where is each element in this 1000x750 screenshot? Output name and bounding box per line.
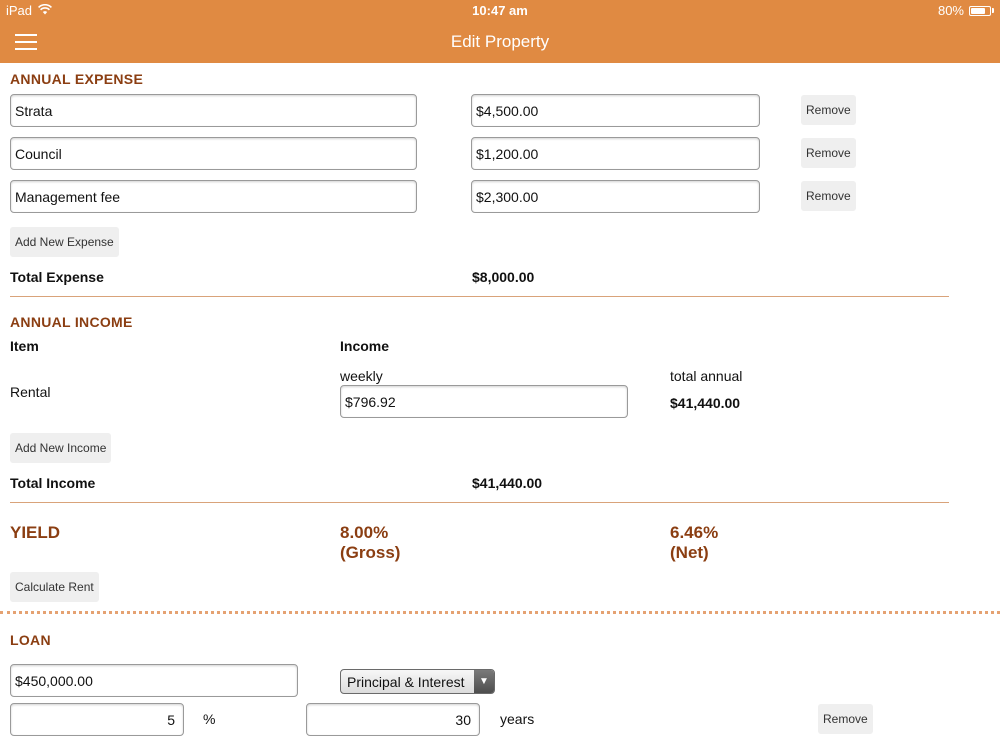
net-yield: 6.46% (Net) bbox=[670, 523, 718, 563]
total-annual-label: total annual bbox=[670, 368, 743, 384]
term-unit-label: years bbox=[500, 711, 535, 727]
remove-expense-button-3[interactable]: Remove bbox=[801, 181, 856, 211]
total-income-label: Total Income bbox=[10, 475, 96, 491]
gross-yield-label: (Gross) bbox=[340, 543, 401, 562]
total-annual-value: $41,440.00 bbox=[670, 395, 741, 411]
total-expense-label: Total Expense bbox=[10, 269, 104, 285]
battery-cap bbox=[992, 8, 994, 13]
expense-amount-input-2[interactable] bbox=[471, 137, 760, 170]
add-expense-button[interactable]: Add New Expense bbox=[10, 227, 119, 257]
expense-name-input-3[interactable] bbox=[10, 180, 417, 213]
net-yield-label: (Net) bbox=[670, 543, 709, 562]
gross-yield: 8.00% (Gross) bbox=[340, 523, 400, 563]
expense-section-title: ANNUAL EXPENSE bbox=[10, 71, 144, 87]
income-item-header: Item bbox=[10, 338, 39, 354]
weekly-label: weekly bbox=[340, 368, 383, 384]
loan-amount-input[interactable] bbox=[10, 664, 298, 697]
income-value-header: Income bbox=[340, 338, 390, 354]
total-expense-value: $8,000.00 bbox=[472, 269, 535, 285]
expense-name-input-1[interactable] bbox=[10, 94, 417, 127]
remove-expense-button-1[interactable]: Remove bbox=[801, 95, 856, 125]
expense-name-input-2[interactable] bbox=[10, 137, 417, 170]
income-section-title: ANNUAL INCOME bbox=[10, 314, 133, 330]
expense-amount-input-3[interactable] bbox=[471, 180, 760, 213]
remove-loan-button[interactable]: Remove bbox=[818, 704, 873, 734]
rental-label: Rental bbox=[10, 384, 51, 400]
expense-amount-input-1[interactable] bbox=[471, 94, 760, 127]
loan-section-title: LOAN bbox=[10, 632, 51, 648]
calculate-rent-button[interactable]: Calculate Rent bbox=[10, 572, 99, 602]
page-title: Edit Property bbox=[450, 32, 550, 51]
battery-percent: 80% bbox=[937, 3, 964, 18]
nav-bar: Edit Property bbox=[0, 22, 1000, 63]
loan-term-input[interactable] bbox=[306, 703, 480, 736]
remove-expense-button-2[interactable]: Remove bbox=[801, 138, 856, 168]
net-yield-value: 6.46% bbox=[670, 523, 719, 542]
weekly-rent-input[interactable] bbox=[340, 385, 628, 418]
total-income-value: $41,440.00 bbox=[472, 475, 543, 491]
rate-unit-label: % bbox=[203, 711, 216, 727]
status-right: 80% bbox=[938, 3, 994, 18]
divider bbox=[10, 296, 949, 297]
dropdown-arrow-icon: ▼ bbox=[474, 670, 494, 693]
interest-rate-input[interactable] bbox=[10, 703, 184, 736]
add-income-button[interactable]: Add New Income bbox=[10, 433, 112, 463]
yield-title: YIELD bbox=[10, 523, 61, 542]
status-bar: iPad 10:47 am 80% bbox=[0, 0, 1000, 22]
loan-type-selected: Principal & Interest bbox=[347, 673, 465, 690]
status-time: 10:47 am bbox=[472, 3, 528, 18]
loan-type-select[interactable]: Principal & Interest ▼ bbox=[340, 669, 495, 694]
app-header: iPad 10:47 am 80% Edit Property bbox=[0, 0, 1000, 63]
section-separator bbox=[0, 611, 1000, 614]
divider bbox=[10, 502, 949, 503]
battery-icon bbox=[969, 5, 991, 16]
battery-fill bbox=[971, 7, 986, 14]
gross-yield-value: 8.00% bbox=[340, 523, 389, 542]
